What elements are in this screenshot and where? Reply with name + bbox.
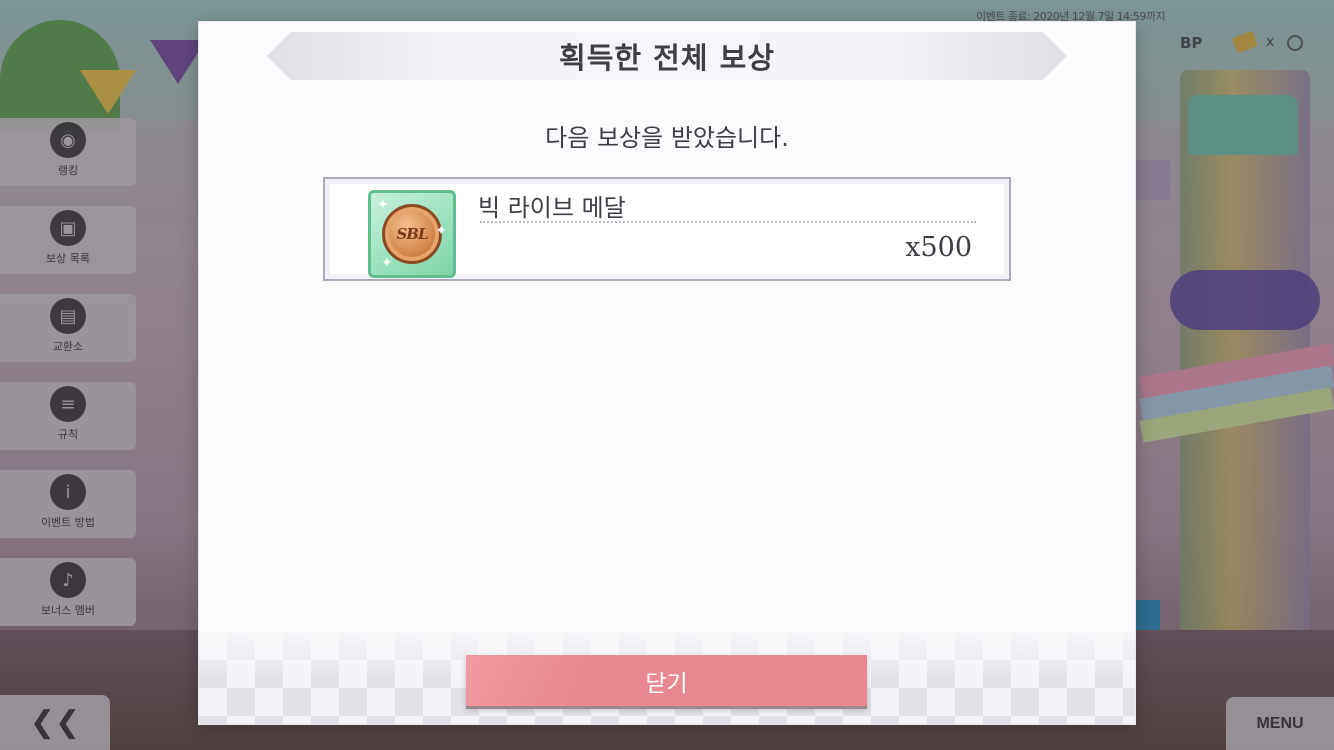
reward-dialog: 획득한 전체 보상 다음 보상을 받았습니다. ✦ ✦ ✦ SBL 빅 라이브 … bbox=[199, 22, 1135, 724]
reward-item-card: ✦ ✦ ✦ SBL 빅 라이브 메달 x500 bbox=[323, 177, 1011, 281]
dialog-title: 획득한 전체 보상 bbox=[559, 41, 775, 75]
dialog-subtitle: 다음 보상을 받았습니다. bbox=[545, 124, 789, 152]
medal-emblem-text: SBL bbox=[396, 225, 428, 243]
divider bbox=[480, 221, 976, 223]
reward-item-count: x500 bbox=[905, 232, 972, 263]
reward-item-name: 빅 라이브 메달 bbox=[478, 194, 626, 222]
reward-item-body: ✦ ✦ ✦ SBL 빅 라이브 메달 x500 bbox=[330, 184, 1004, 278]
sparkle-icon: ✦ bbox=[381, 255, 393, 271]
sparkle-icon: ✦ bbox=[377, 197, 389, 213]
big-live-medal-icon: ✦ ✦ ✦ SBL bbox=[368, 190, 456, 278]
close-button[interactable]: 닫기 bbox=[466, 655, 867, 706]
sparkle-icon: ✦ bbox=[435, 223, 447, 239]
dialog-title-banner: 획득한 전체 보상 bbox=[267, 32, 1067, 80]
